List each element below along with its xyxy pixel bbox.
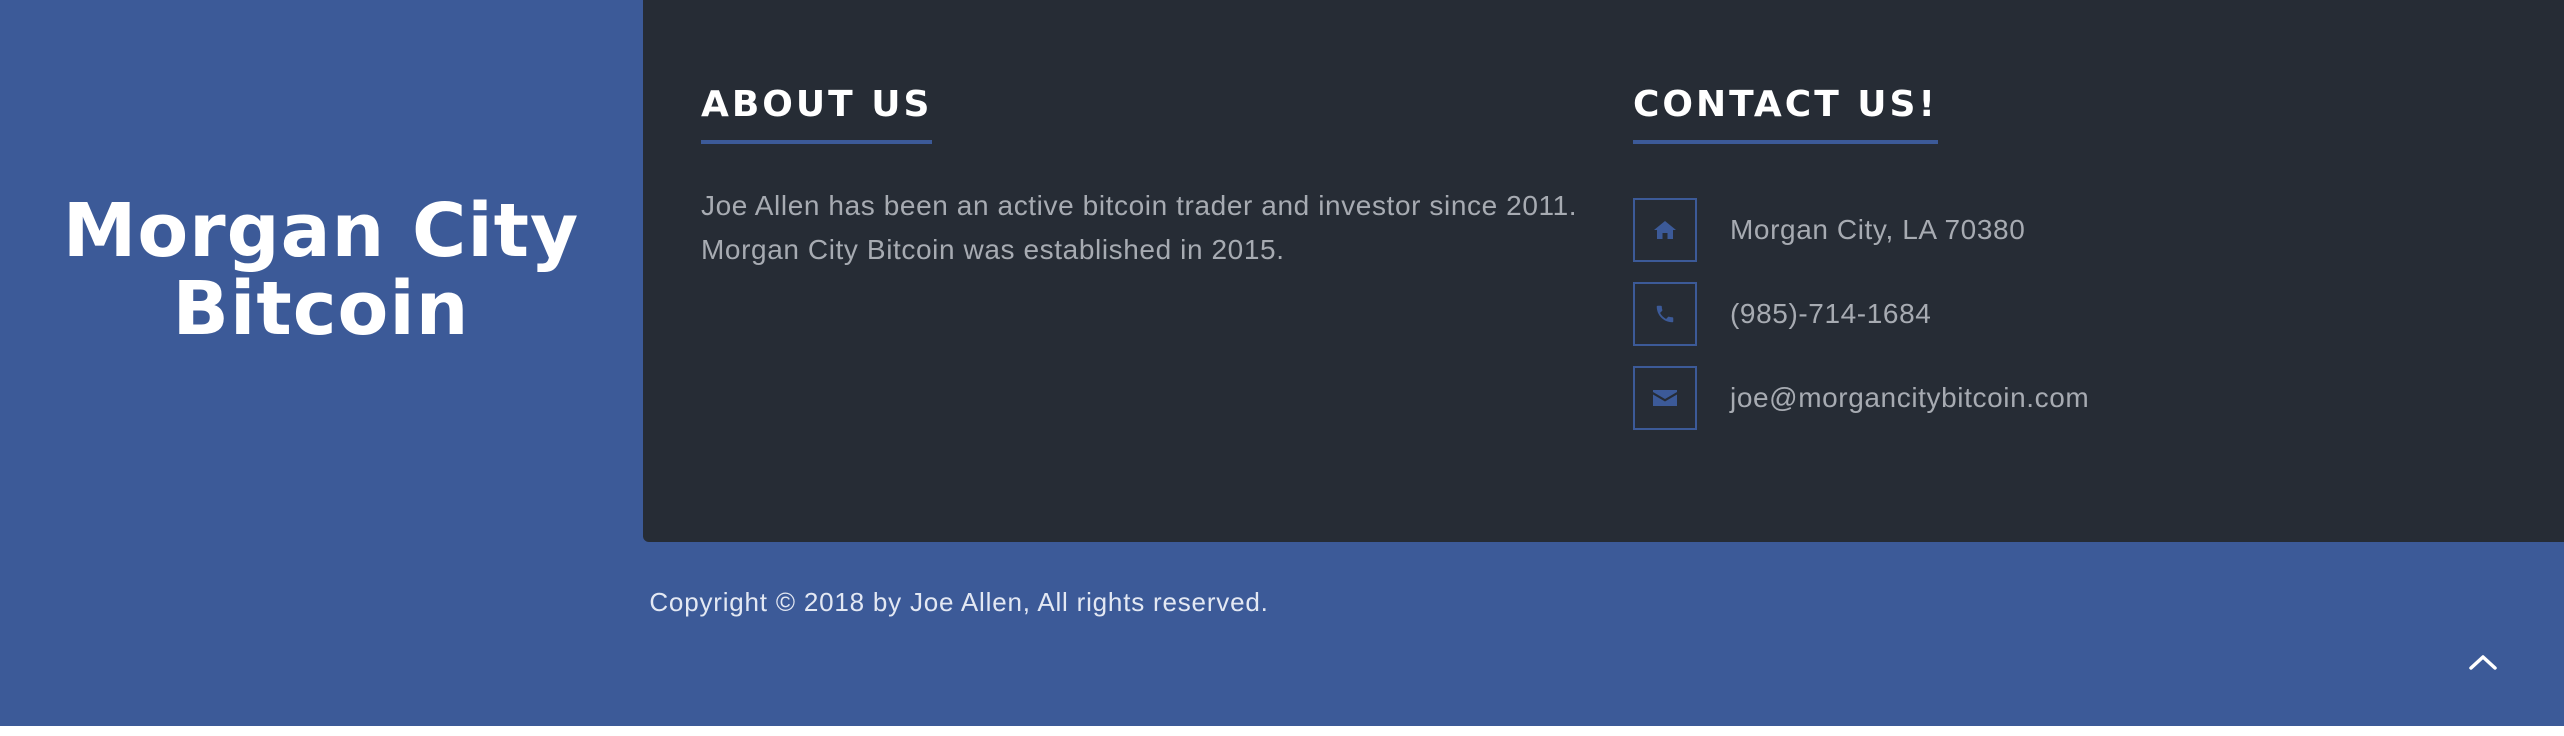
brand-block: Morgan City Bitcoin (0, 0, 642, 542)
back-to-top-button[interactable] (2461, 640, 2505, 684)
contact-address: Morgan City, LA 70380 (1633, 198, 2333, 282)
contact-phone-text: (985)-714-1684 (1730, 298, 1932, 329)
about-section: ABOUT US Joe Allen has been an active bi… (701, 82, 1581, 272)
contact-phone: (985)-714-1684 (1633, 282, 2333, 366)
about-line-2: Morgan City Bitcoin was established in 2… (701, 234, 1285, 265)
contact-section: CONTACT US! Morgan City, LA 70380 (985)-… (1633, 82, 2333, 430)
copyright-text: Copyright © 2018 by Joe Allen, All right… (0, 584, 2564, 620)
chevron-up-icon (2469, 655, 2497, 670)
info-panel: ABOUT US Joe Allen has been an active bi… (643, 0, 2564, 542)
contact-heading: CONTACT US! (1633, 82, 1938, 144)
site-footer: Morgan City Bitcoin ABOUT US Joe Allen h… (0, 0, 2564, 726)
contact-email-link[interactable]: joe@morgancitybitcoin.com (1730, 366, 2089, 430)
brand-title: Morgan City Bitcoin (62, 188, 580, 352)
contact-email: joe@morgancitybitcoin.com (1633, 366, 2333, 450)
phone-icon (1633, 282, 1697, 346)
envelope-icon (1633, 366, 1697, 430)
about-line-1: Joe Allen has been an active bitcoin tra… (701, 190, 1578, 221)
about-heading: ABOUT US (701, 82, 933, 144)
home-icon (1633, 198, 1697, 262)
about-text: Joe Allen has been an active bitcoin tra… (701, 184, 1581, 272)
contact-list: Morgan City, LA 70380 (985)-714-1684 joe… (1633, 198, 2333, 450)
contact-address-text: Morgan City, LA 70380 (1730, 214, 2026, 245)
copyright-label: Copyright © 2018 by Joe Allen, All right… (649, 587, 1269, 617)
